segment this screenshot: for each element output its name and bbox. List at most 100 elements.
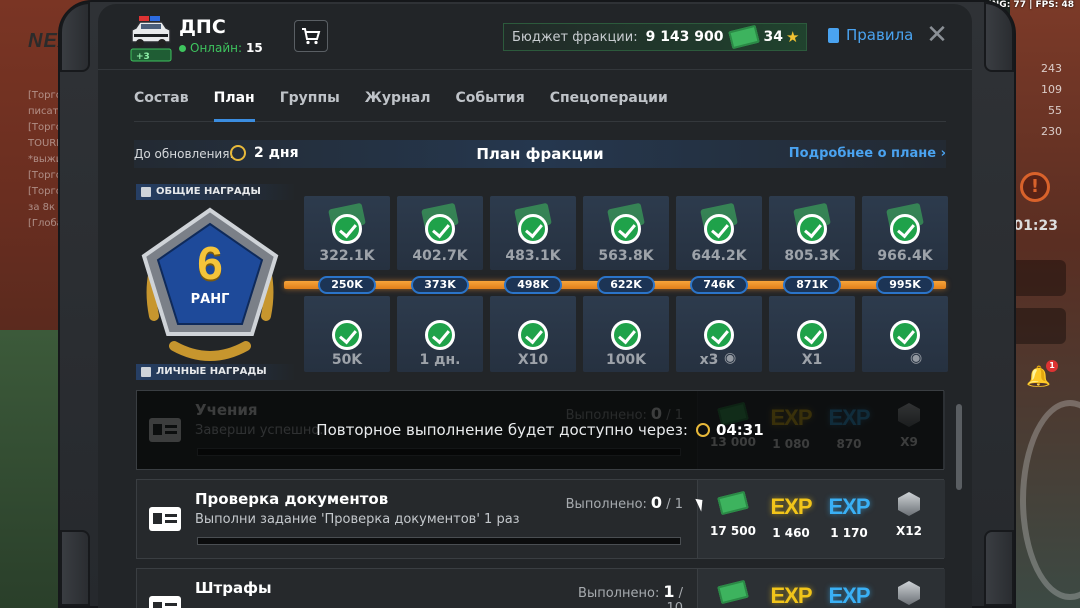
close-button[interactable]: ✕ xyxy=(926,22,948,48)
alert-icon[interactable]: ! xyxy=(1020,172,1050,202)
personal-reward-amount: 50K xyxy=(331,352,363,368)
personal-reward-amount: x3 xyxy=(699,352,719,368)
tab-journal[interactable]: Журнал xyxy=(365,74,431,121)
faction-header: +3 ДПС Онлайн: 15 Бюджет фракции: 9 143 9… xyxy=(98,4,972,70)
personal-reward-cell[interactable]: 50K xyxy=(304,296,390,372)
reward-exp-blue: EXP xyxy=(820,583,878,608)
notification-badge: 1 xyxy=(1046,360,1058,372)
task-description: Выполни задание 'Проверка документов' 1 … xyxy=(195,512,520,527)
hud-key-panel[interactable] xyxy=(1010,308,1066,344)
threshold-label: 995K xyxy=(876,276,934,294)
checkmark-icon xyxy=(518,320,548,350)
faction-name: ДПС xyxy=(179,16,226,38)
rank-number: 6 xyxy=(197,237,223,289)
common-reward-cell[interactable]: 966.4K xyxy=(862,196,948,270)
stopwatch-icon xyxy=(230,145,246,161)
common-rewards-label: ОБЩИЕ НАГРАДЫ xyxy=(136,184,296,200)
common-reward-amount: 644.2K xyxy=(691,248,747,264)
tab-members[interactable]: Состав xyxy=(134,74,189,121)
common-reward-amount: 966.4K xyxy=(877,248,933,264)
task-progress-bar xyxy=(197,537,681,545)
checkmark-icon xyxy=(425,320,455,350)
common-reward-cell[interactable]: 322.1K xyxy=(304,196,390,270)
threshold-label: 498K xyxy=(504,276,562,294)
reward-exp-gold: EXP 1 460 xyxy=(762,494,820,540)
scrollbar[interactable] xyxy=(956,404,962,490)
common-reward-amount: 483.1K xyxy=(505,248,561,264)
budget-value: 9 143 900 xyxy=(645,29,724,45)
rank-up-badge: +3 xyxy=(136,52,150,62)
task-row[interactable]: Штрафы Выполнено:1 / 10 EXP EXP xyxy=(136,568,945,608)
bell-icon[interactable]: 🔔 1 xyxy=(1026,360,1058,394)
common-reward-cell[interactable]: 483.1K xyxy=(490,196,576,270)
reward-exp-blue: EXP 1 170 xyxy=(820,494,878,540)
checkmark-icon xyxy=(611,214,641,244)
exp-icon: EXP xyxy=(828,494,870,519)
rules-link[interactable]: Правила xyxy=(828,26,913,44)
personal-reward-cell[interactable]: X1 xyxy=(769,296,855,372)
exp-icon: EXP xyxy=(770,494,812,519)
document-icon xyxy=(828,27,839,43)
task-locked-overlay: Повторное выполнение будет доступно чере… xyxy=(137,391,943,469)
personal-reward-cell[interactable]: X10 xyxy=(490,296,576,372)
star-icon: ★ xyxy=(786,28,800,46)
hexagon-icon xyxy=(898,492,920,516)
reward-exp-gold: EXP xyxy=(762,583,820,608)
cart-icon xyxy=(302,28,321,45)
checkmark-icon xyxy=(332,214,362,244)
reward-item xyxy=(880,581,938,608)
stopwatch-icon xyxy=(695,423,710,437)
personal-reward-cell[interactable]: ◉ x3 xyxy=(676,296,762,372)
exp-icon: EXP xyxy=(828,583,870,608)
personal-reward-amount: X1 xyxy=(801,352,823,368)
threshold-label: 871K xyxy=(783,276,841,294)
task-rewards: 17 500 EXP 1 460 EXP 1 170 X12 xyxy=(697,480,945,558)
money-icon xyxy=(717,579,749,605)
threshold-label: 373K xyxy=(411,276,469,294)
faction-screen: +3 ДПС Онлайн: 15 Бюджет фракции: 9 143 9… xyxy=(98,4,972,608)
personal-rewards-label: ЛИЧНЫЕ НАГРАДЫ xyxy=(136,364,296,380)
common-reward-cell[interactable]: 563.8K xyxy=(583,196,669,270)
faction-budget: Бюджет фракции: 9 143 900 34 ★ xyxy=(503,23,807,51)
tab-events[interactable]: События xyxy=(455,74,524,121)
task-rewards: EXP EXP xyxy=(697,569,945,608)
plan-details-link[interactable]: Подробнее о плане › xyxy=(789,146,946,161)
shop-button[interactable] xyxy=(294,20,328,52)
task-title: Штрафы xyxy=(195,579,272,597)
gift-icon xyxy=(141,187,151,197)
exp-icon: EXP xyxy=(770,583,812,608)
checkmark-icon xyxy=(890,214,920,244)
checkmark-icon xyxy=(797,214,827,244)
personal-reward-cell[interactable]: ◉ xyxy=(862,296,948,372)
common-reward-amount: 402.7K xyxy=(412,248,468,264)
task-row[interactable]: Проверка документов Выполни задание 'Пров… xyxy=(136,479,945,559)
cooldown-message: Повторное выполнение будет доступно чере… xyxy=(316,421,764,439)
personal-reward-cell[interactable]: 1 дн. xyxy=(397,296,483,372)
online-status: Онлайн: 15 xyxy=(179,41,263,55)
common-reward-cell[interactable]: 644.2K xyxy=(676,196,762,270)
hud-key-panel[interactable] xyxy=(1010,260,1066,296)
checkmark-icon xyxy=(611,320,641,350)
task-row[interactable]: УченияЗаверши успешно...Выполнено:0 / 11… xyxy=(136,390,945,470)
reward-money xyxy=(704,579,762,608)
frame-corner xyxy=(60,530,90,606)
common-reward-cell[interactable]: 402.7K xyxy=(397,196,483,270)
threshold-label: 622K xyxy=(597,276,655,294)
personal-reward-amount: X10 xyxy=(517,352,549,368)
task-progress: Выполнено:0 / 1 xyxy=(565,493,683,512)
gift-icon xyxy=(141,367,151,377)
close-icon: ✕ xyxy=(926,20,948,50)
common-reward-cell[interactable]: 805.3K xyxy=(769,196,855,270)
update-label: До обновления: xyxy=(134,147,234,161)
rank-badge: 6 РАНГ xyxy=(134,206,286,362)
frame-corner xyxy=(60,2,90,72)
id-card-icon xyxy=(149,507,181,531)
hud-timer: 01:23 xyxy=(1013,218,1058,234)
common-reward-amount: 805.3K xyxy=(784,248,840,264)
tab-groups[interactable]: Группы xyxy=(280,74,340,121)
tab-special-ops[interactable]: Спецоперации xyxy=(550,74,668,121)
checkmark-icon xyxy=(704,214,734,244)
tab-plan[interactable]: План xyxy=(213,74,255,122)
eye-icon: ◉ xyxy=(910,350,923,366)
common-reward-amount: 322.1K xyxy=(319,248,375,264)
